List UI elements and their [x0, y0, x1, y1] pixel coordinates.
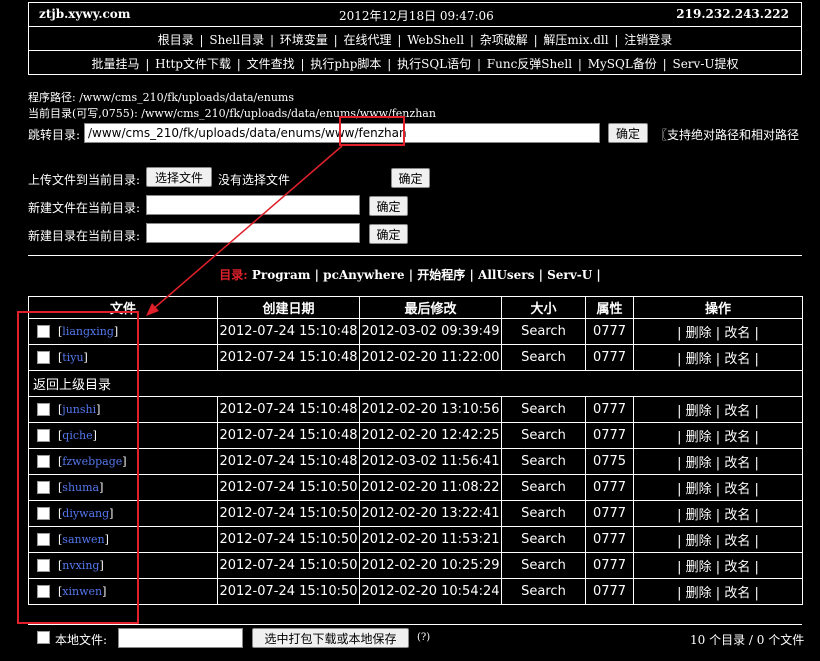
annotation-arrow: [146, 145, 343, 316]
